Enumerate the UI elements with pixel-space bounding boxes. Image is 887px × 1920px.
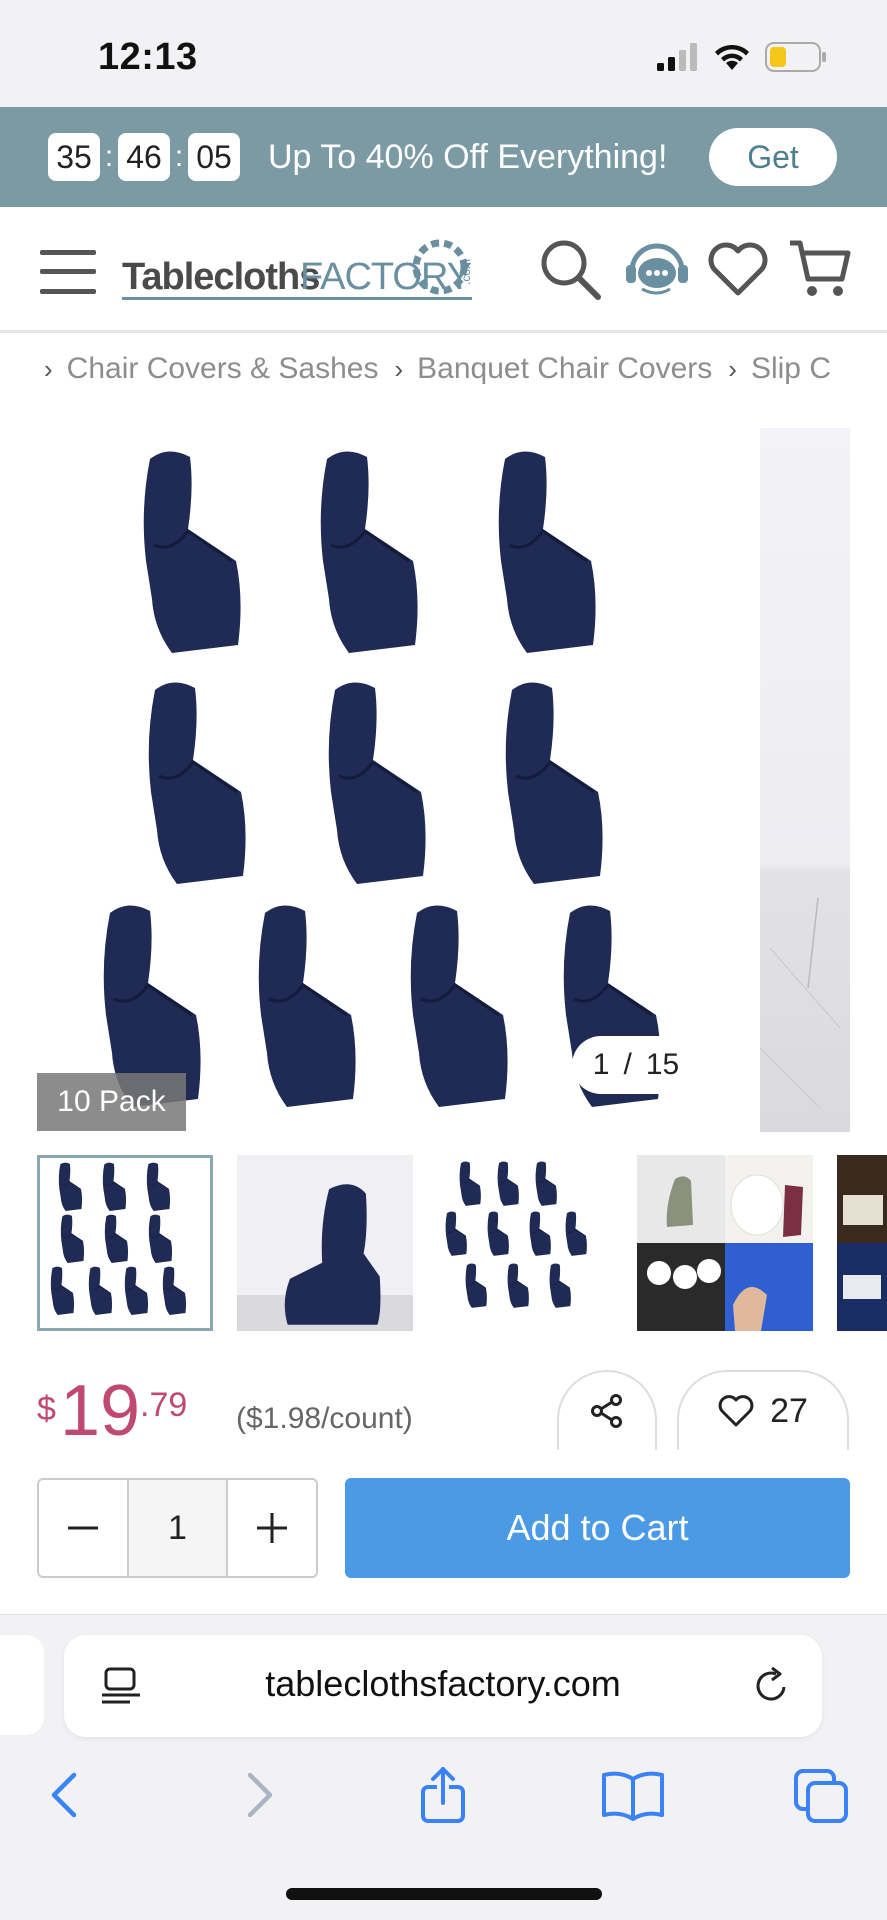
back-icon[interactable] <box>36 1765 96 1825</box>
like-count: 27 <box>770 1391 808 1430</box>
promo-bar: 35 : 46 : 05 Up To 40% Off Everything! G… <box>0 107 887 207</box>
plus-icon <box>257 1513 287 1543</box>
quantity-input[interactable]: 1 <box>127 1480 228 1576</box>
logo-text-tablecloths: Tablecloths <box>122 256 319 298</box>
like-button[interactable]: 27 <box>677 1370 849 1450</box>
breadcrumb-item[interactable]: Slip C <box>751 352 831 386</box>
next-image-preview[interactable] <box>760 428 850 1132</box>
status-bar: 12:13 <box>0 0 887 107</box>
hamburger-menu-icon[interactable] <box>40 247 96 297</box>
site-header: Tablecloths FACTORY .com <box>0 207 887 333</box>
promo-get-button[interactable]: Get <box>709 128 837 186</box>
chevron-right-icon: › <box>728 353 737 384</box>
battery-icon <box>765 42 826 72</box>
price-dollars: 19 <box>60 1371 141 1451</box>
promo-text: Up To 40% Off Everything! <box>268 137 668 176</box>
status-time: 12:13 <box>98 36 198 78</box>
price-currency: $ <box>37 1390 56 1428</box>
reload-icon[interactable] <box>750 1665 792 1707</box>
heart-icon <box>718 1395 754 1427</box>
chevron-right-icon: › <box>44 353 53 384</box>
forward-icon[interactable] <box>228 1765 288 1825</box>
home-indicator <box>286 1888 602 1900</box>
countdown-separator: : <box>104 140 114 173</box>
browser-toolbar: tableclothsfactory.com <box>0 1614 887 1920</box>
logo-text-factory: FACTORY <box>300 256 472 298</box>
image-counter: 1 / 15 <box>572 1036 700 1094</box>
pack-size-badge: 10 Pack <box>37 1073 186 1131</box>
add-to-cart-button[interactable]: Add to Cart <box>345 1478 850 1578</box>
chevron-right-icon: › <box>394 353 404 384</box>
price-cents: .79 <box>140 1386 188 1424</box>
thumbnail-2[interactable] <box>237 1155 413 1331</box>
breadcrumb: › Chair Covers & Sashes › Banquet Chair … <box>0 340 887 398</box>
thumbnail-3[interactable] <box>437 1155 613 1331</box>
unit-price: ($1.98/count) <box>236 1402 413 1435</box>
thumbnail-1[interactable] <box>37 1155 213 1331</box>
countdown-separator: : <box>174 140 184 173</box>
countdown-hours: 35 <box>48 133 100 181</box>
countdown-minutes: 46 <box>118 133 170 181</box>
bookmarks-icon[interactable] <box>600 1765 666 1825</box>
share-sheet-icon[interactable] <box>413 1765 473 1825</box>
url-text: tableclothsfactory.com <box>265 1663 621 1704</box>
chat-support-icon[interactable] <box>622 237 692 301</box>
product-main-image[interactable] <box>37 425 747 1131</box>
previous-tab-preview[interactable] <box>0 1635 44 1735</box>
search-icon[interactable] <box>538 237 602 301</box>
quantity-increase-button[interactable] <box>228 1480 316 1576</box>
share-icon <box>591 1394 622 1428</box>
breadcrumb-item[interactable]: Banquet Chair Covers <box>417 352 712 386</box>
quantity-stepper: 1 <box>37 1478 318 1578</box>
thumbnail-strip <box>37 1155 887 1331</box>
thumbnail-5[interactable] <box>837 1155 887 1331</box>
share-button[interactable] <box>557 1370 657 1450</box>
minus-icon <box>68 1526 98 1530</box>
site-logo[interactable]: Tablecloths FACTORY .com <box>122 237 494 307</box>
status-icons <box>657 42 827 72</box>
image-counter-current: 1 <box>592 1048 610 1081</box>
thumbnail-4[interactable] <box>637 1155 813 1331</box>
breadcrumb-item[interactable]: Chair Covers & Sashes <box>67 352 379 386</box>
wishlist-heart-icon[interactable] <box>706 237 770 301</box>
price-row: $ 19 .79 ($1.98/count) 27 <box>0 1360 887 1451</box>
tabs-icon[interactable] <box>792 1765 852 1825</box>
quantity-decrease-button[interactable] <box>39 1480 127 1576</box>
signal-icon <box>657 43 697 71</box>
logo-text-com: .com <box>459 259 473 285</box>
address-bar[interactable]: tableclothsfactory.com <box>64 1635 822 1737</box>
image-counter-divider: / <box>623 1048 632 1081</box>
cart-icon[interactable] <box>788 237 852 301</box>
image-counter-total: 15 <box>645 1048 680 1081</box>
countdown-seconds: 05 <box>188 133 240 181</box>
wifi-icon <box>715 44 749 70</box>
